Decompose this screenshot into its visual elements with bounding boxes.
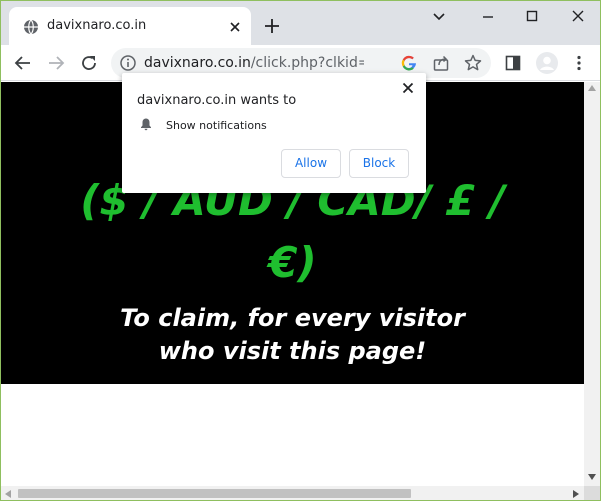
permission-item: Show notifications (166, 119, 267, 132)
permission-title: davixnaro.co.in wants to (137, 93, 297, 108)
block-button[interactable]: Block (349, 149, 409, 178)
scroll-left-icon[interactable] (5, 490, 11, 498)
globe-icon (24, 19, 38, 35)
close-icon[interactable] (227, 19, 243, 35)
claim-text: To claim, for every visitor who visit th… (1, 302, 584, 368)
vertical-scrollbar[interactable] (584, 82, 600, 486)
share-icon[interactable] (431, 53, 451, 73)
browser-tab[interactable]: davixnaro.co.in (9, 7, 251, 45)
notification-permission-dialog: davixnaro.co.in wants to Show notificati… (122, 73, 426, 193)
browser-window: davixnaro.co.in davixnaro.co.in/click.ph… (0, 0, 601, 501)
close-icon[interactable] (401, 81, 415, 95)
back-icon[interactable] (13, 53, 33, 73)
horizontal-scroll-thumb[interactable] (18, 489, 411, 498)
sidepanel-icon[interactable] (503, 53, 523, 73)
horizontal-scrollbar[interactable] (1, 486, 584, 500)
minimize-icon[interactable] (476, 7, 500, 27)
claim-line-2: who visit this page! (158, 337, 427, 365)
bell-icon (141, 118, 151, 131)
close-icon[interactable] (566, 7, 590, 27)
maximize-icon[interactable] (520, 7, 544, 27)
new-tab-icon[interactable] (263, 17, 281, 35)
info-icon[interactable] (119, 54, 137, 72)
currency-line-2: €) (268, 238, 317, 287)
reload-icon[interactable] (79, 53, 99, 73)
google-lens-icon[interactable] (399, 53, 419, 73)
url-path: /click.php?clkid=7c (250, 55, 364, 71)
profile-icon[interactable] (535, 51, 559, 75)
star-icon[interactable] (463, 53, 483, 73)
scroll-down-icon[interactable] (588, 474, 596, 480)
forward-icon[interactable] (46, 53, 66, 73)
scroll-up-icon[interactable] (588, 85, 596, 91)
allow-button[interactable]: Allow (281, 149, 341, 178)
chevron-down-icon[interactable] (427, 7, 451, 27)
scrollbar-corner (584, 486, 600, 500)
url-host: davixnaro.co.in (144, 55, 251, 71)
tab-strip: davixnaro.co.in (1, 1, 600, 45)
menu-icon[interactable] (569, 53, 589, 73)
tab-title: davixnaro.co.in (47, 18, 147, 33)
scroll-right-icon[interactable] (573, 490, 579, 498)
claim-line-1: To claim, for every visitor (120, 304, 465, 332)
url-text[interactable]: davixnaro.co.in/click.php?clkid=7c (144, 55, 364, 71)
